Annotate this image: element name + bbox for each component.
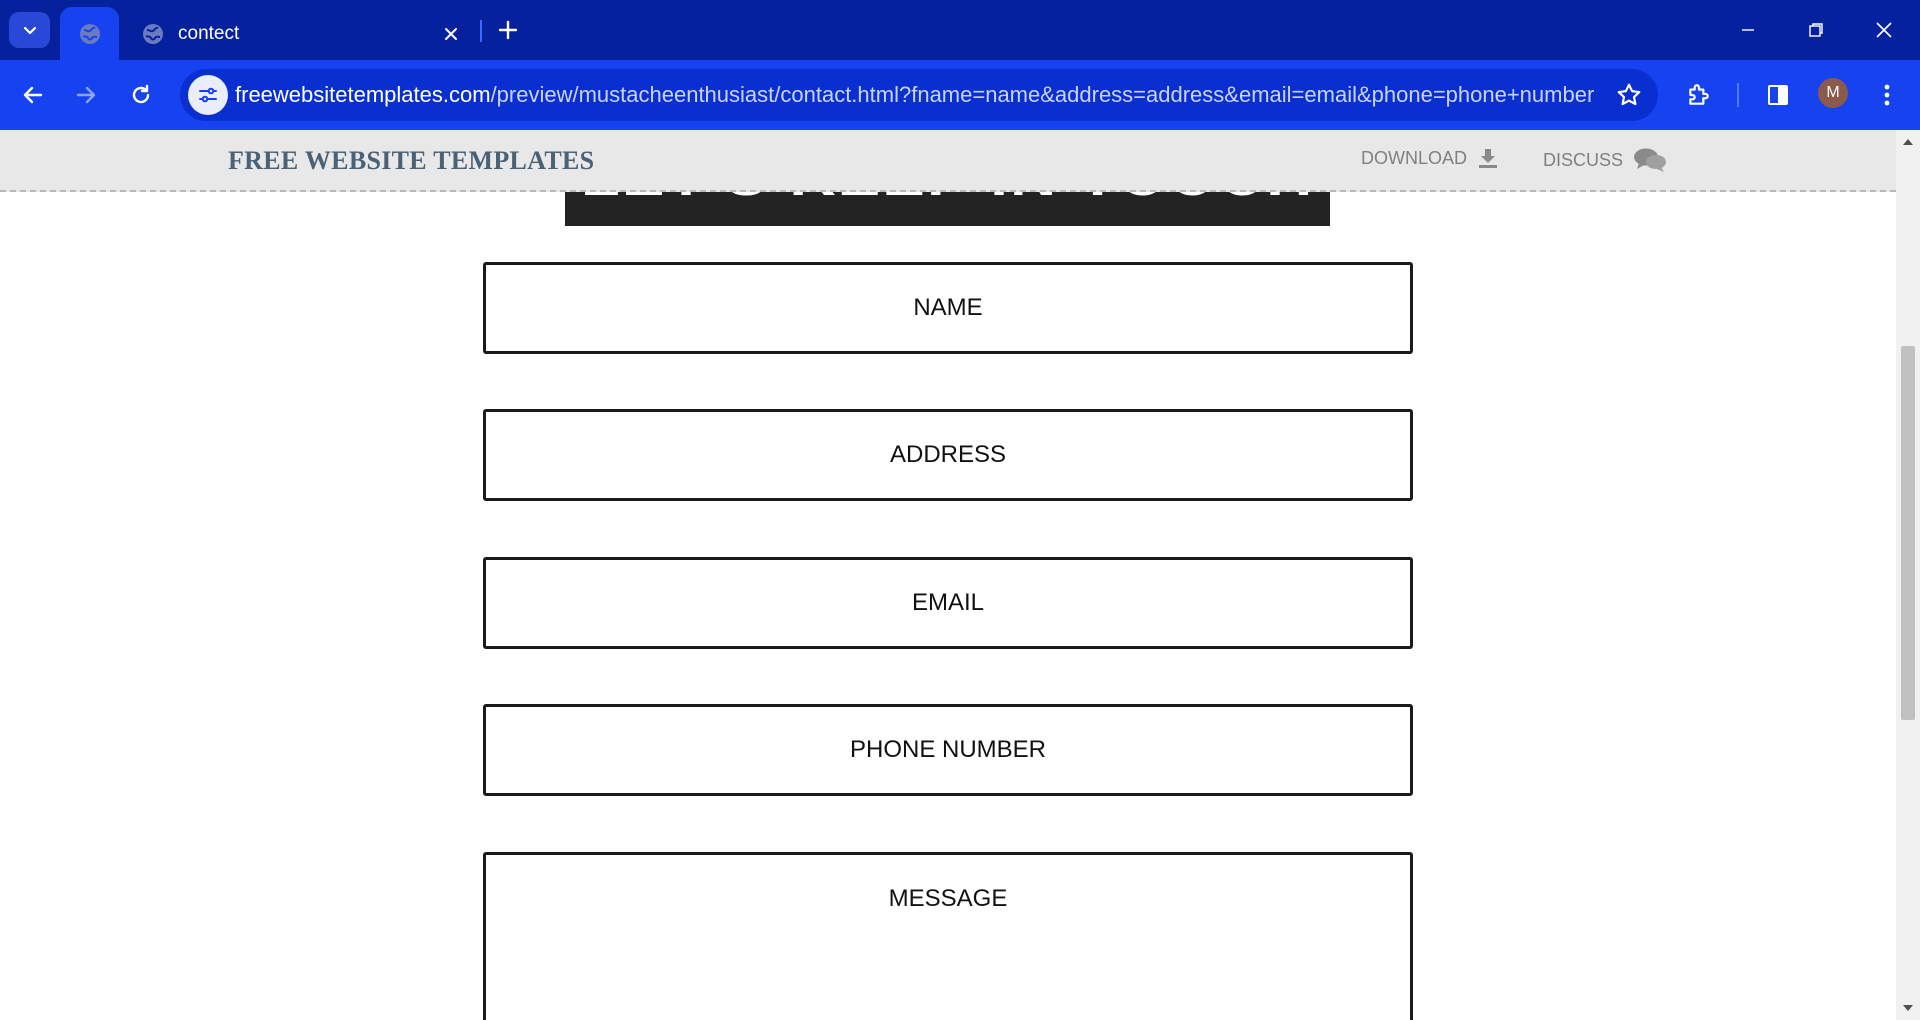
plus-icon — [498, 20, 518, 40]
download-link[interactable]: DOWNLOAD — [1361, 147, 1499, 169]
url-path: /preview/mustacheenthusiast/contact.html… — [490, 82, 1595, 107]
scroll-up-arrow-icon[interactable] — [1896, 134, 1920, 150]
side-panel-button[interactable] — [1758, 75, 1798, 115]
chat-bubbles-icon — [1633, 147, 1667, 173]
tab-search-button[interactable] — [9, 12, 50, 48]
site-info-button[interactable] — [188, 75, 228, 115]
kebab-menu-icon — [1884, 84, 1890, 106]
download-icon — [1477, 147, 1499, 169]
url-text[interactable]: freewebsitetemplates.com/preview/mustach… — [235, 69, 1595, 121]
tab-strip: contect — [0, 0, 1920, 60]
forward-arrow-icon — [76, 86, 96, 104]
discuss-link[interactable]: DISCUSS — [1543, 147, 1667, 173]
close-window-button[interactable] — [1850, 0, 1918, 60]
restore-button[interactable] — [1782, 0, 1850, 60]
message-field[interactable]: MESSAGE — [483, 852, 1413, 1020]
puzzle-icon — [1689, 84, 1709, 105]
fwt-logo[interactable]: FREE WEBSITE TEMPLATES — [228, 146, 594, 176]
profile-avatar[interactable]: M — [1818, 78, 1848, 108]
phone-field-text: PHONE NUMBER — [849, 736, 1047, 763]
close-tab-icon[interactable] — [438, 21, 464, 47]
discuss-label: DISCUSS — [1543, 149, 1624, 170]
tab-separator — [480, 20, 482, 42]
fwt-header-bar: FREE WEBSITE TEMPLATES DOWNLOAD DISCUSS — [0, 130, 1896, 192]
email-field[interactable]: EMAIL — [483, 557, 1413, 649]
forward-button[interactable] — [66, 75, 106, 115]
menu-button[interactable] — [1867, 75, 1907, 115]
tune-icon — [199, 87, 217, 103]
name-field[interactable]: NAME — [483, 262, 1413, 354]
scroll-down-arrow-icon[interactable] — [1896, 1000, 1920, 1016]
bookmark-button[interactable] — [1614, 80, 1644, 110]
globe-icon — [79, 23, 101, 45]
email-field-text: EMAIL — [911, 589, 985, 616]
toolbar-separator — [1737, 83, 1739, 107]
globe-icon — [142, 23, 164, 45]
download-label: DOWNLOAD — [1361, 147, 1468, 168]
close-icon — [1876, 22, 1892, 38]
message-field-text: MESSAGE — [888, 885, 1008, 912]
vertical-scrollbar[interactable] — [1896, 130, 1920, 1020]
extensions-button[interactable] — [1679, 75, 1719, 115]
page-viewport: FREE WEBSITE TEMPLATES DOWNLOAD DISCUSS … — [0, 130, 1896, 1020]
tab-contect[interactable]: contect — [132, 7, 472, 60]
reload-button[interactable] — [121, 75, 161, 115]
new-tab-button[interactable] — [492, 14, 524, 46]
name-field-text: NAME — [913, 294, 983, 321]
back-arrow-icon — [23, 86, 43, 104]
tab-title: contect — [178, 22, 240, 44]
back-button[interactable] — [13, 75, 53, 115]
url-host: freewebsitetemplates.com — [235, 82, 491, 107]
minimize-button[interactable] — [1714, 0, 1782, 60]
address-bar[interactable]: freewebsitetemplates.com/preview/mustach… — [180, 69, 1658, 121]
star-icon — [1617, 83, 1641, 106]
scrollbar-thumb[interactable] — [1901, 346, 1915, 720]
browser-toolbar: freewebsitetemplates.com/preview/mustach… — [0, 60, 1920, 130]
address-field-text: ADDRESS — [889, 441, 1007, 468]
restore-icon — [1809, 23, 1823, 37]
phone-field[interactable]: PHONE NUMBER — [483, 704, 1413, 796]
side-panel-icon — [1768, 85, 1788, 105]
minimize-icon — [1742, 29, 1754, 31]
reload-icon — [132, 84, 150, 104]
chevron-down-icon — [23, 26, 36, 35]
tab-active[interactable] — [60, 7, 119, 60]
address-field[interactable]: ADDRESS — [483, 409, 1413, 501]
